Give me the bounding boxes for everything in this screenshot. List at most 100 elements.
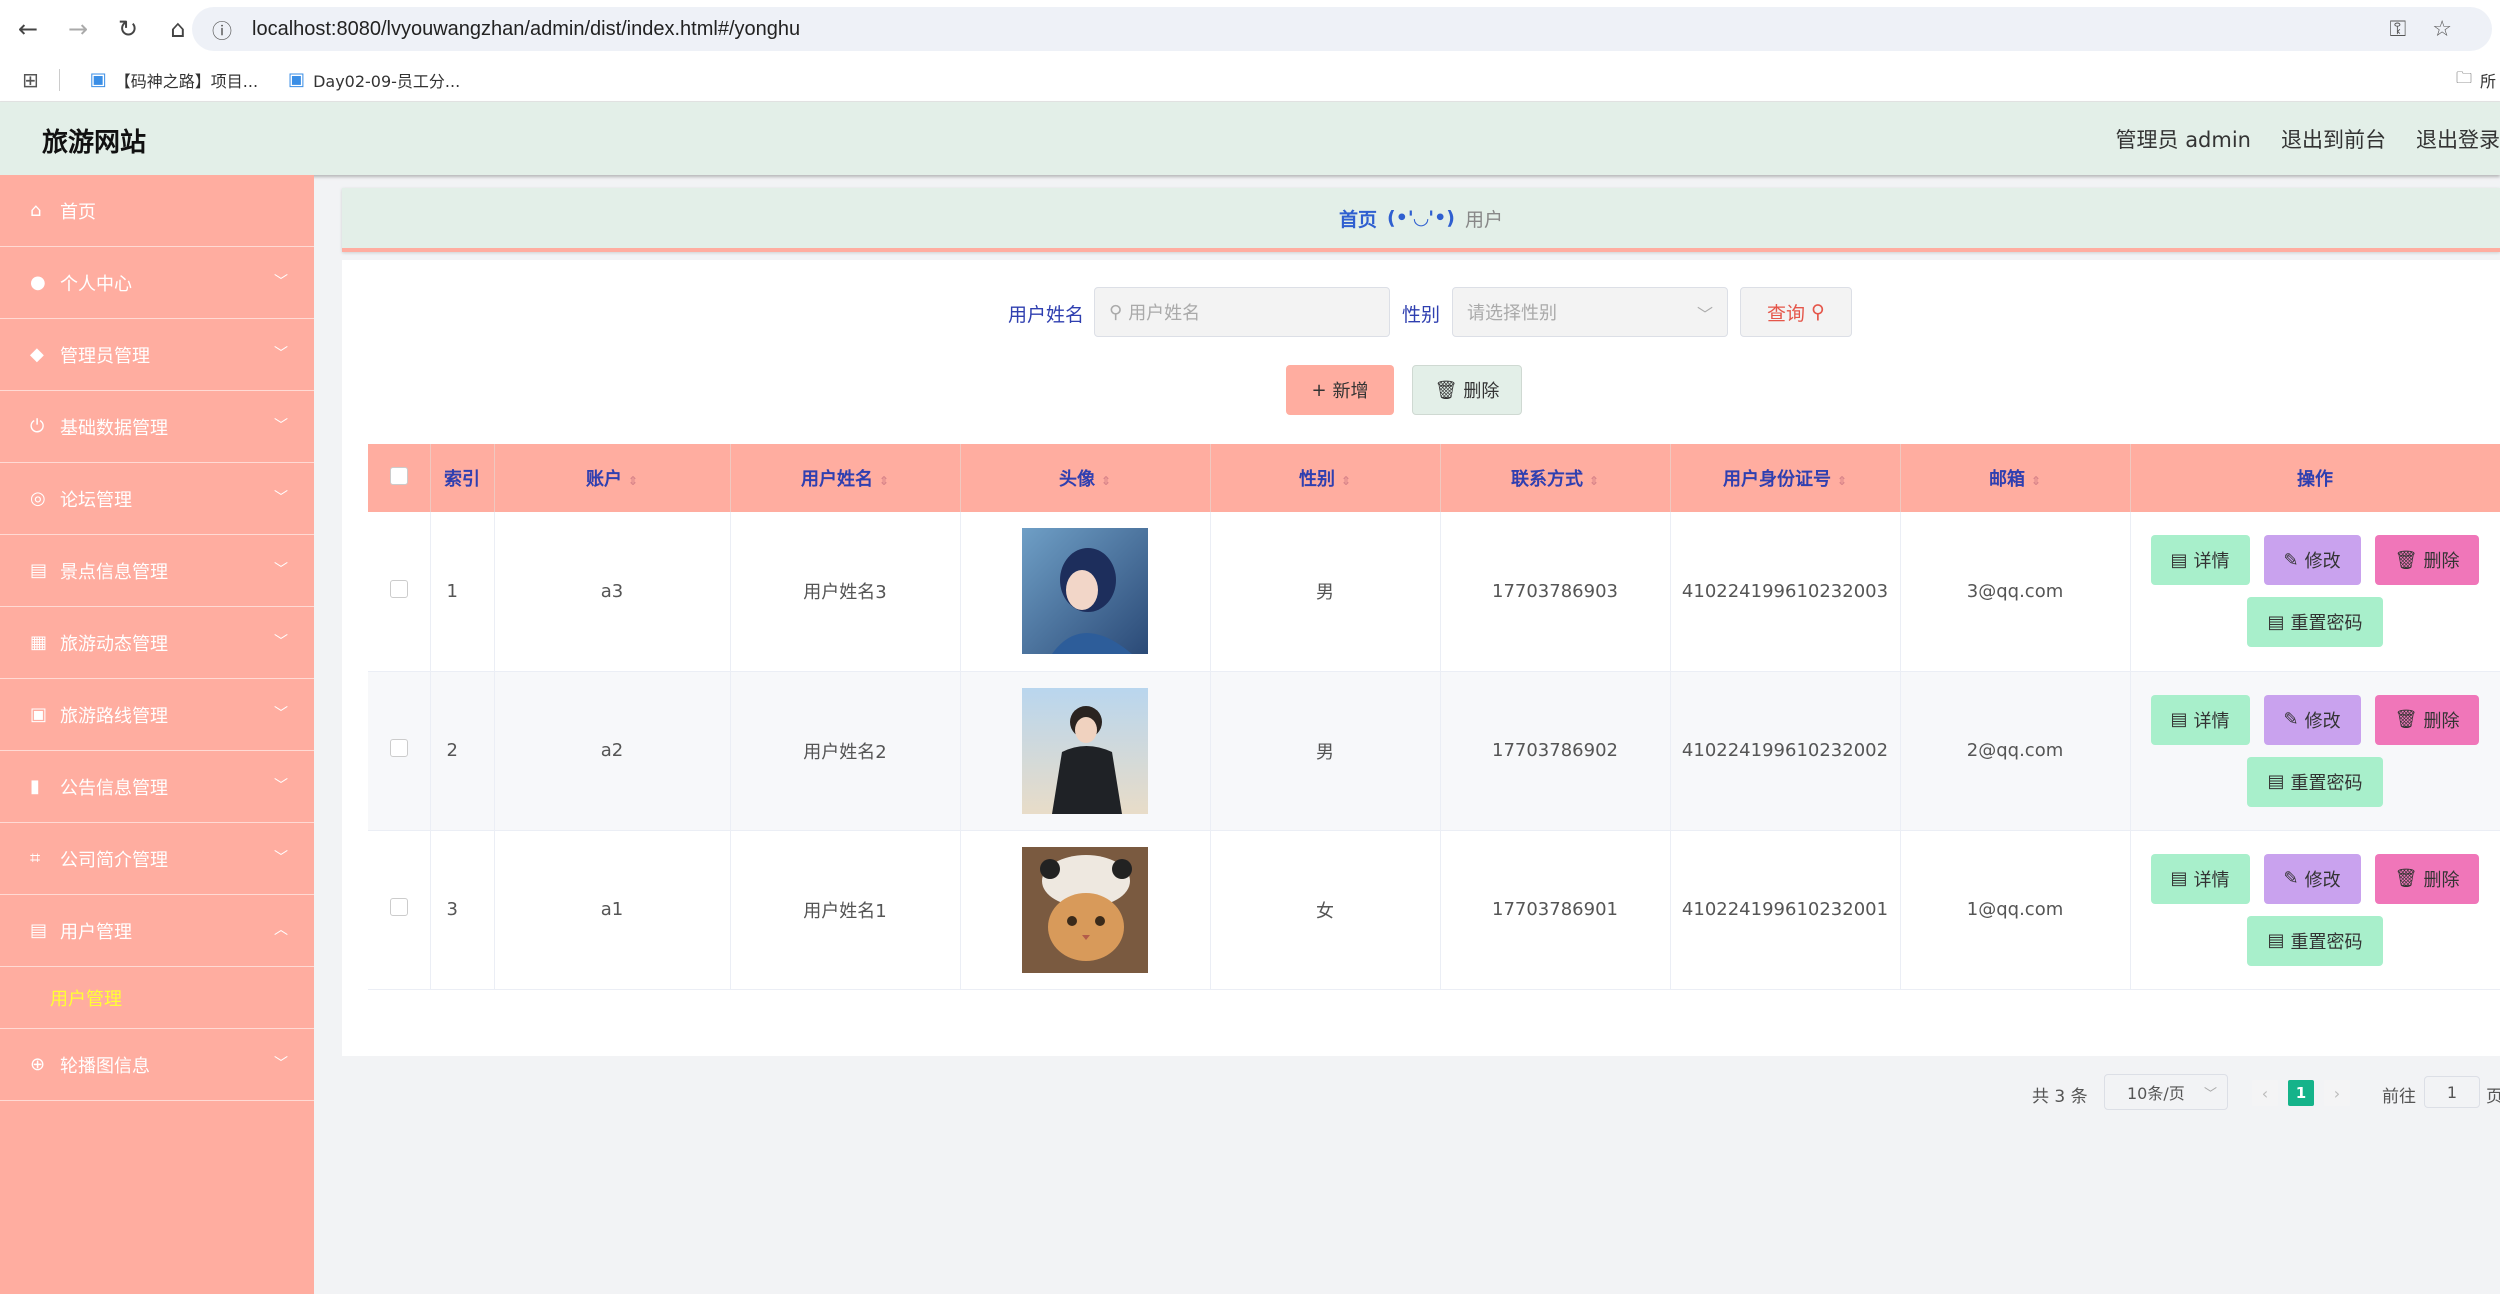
all-bookmarks[interactable]: 🗀 所 — [2456, 58, 2500, 102]
cell-email: 2@qq.com — [1900, 671, 2131, 831]
col-email[interactable]: 邮箱 ⇕ — [1900, 444, 2131, 512]
name-label: 用户姓名 — [1008, 304, 1085, 326]
table-row: 2 a2 用户姓名2 男 17703786902 410224199610232… — [368, 671, 2500, 831]
cell-idcard: 410224199610232003 — [1670, 512, 1901, 672]
table-row: 3 a1 用户姓名1 女 17703786901 410224199610232… — [368, 830, 2500, 990]
search-form: 用户姓名 ⚲ 用户姓名 性别 请选择性别 ﹀ 查询 ⚲ — [342, 287, 2500, 337]
sort-icon[interactable]: ⇕ — [2031, 474, 2041, 488]
current-page-button[interactable]: 1 — [2288, 1080, 2314, 1106]
forward-icon[interactable]: → — [56, 7, 100, 51]
delete-button[interactable]: 🗑 删除 — [2374, 694, 2480, 745]
reset-password-button[interactable]: ▤ 重置密码 — [2247, 915, 2383, 966]
crop-icon: ⌗ — [30, 848, 41, 869]
avatar[interactable] — [1022, 528, 1148, 655]
trash-icon: 🗑 — [2394, 709, 2418, 730]
goto-page-input[interactable]: 1 — [2424, 1076, 2480, 1108]
sidebar-item-routes[interactable]: ▣ 旅游路线管理 ﹀ — [0, 679, 314, 751]
row-checkbox[interactable] — [389, 739, 408, 757]
back-icon[interactable]: ← — [6, 7, 50, 51]
document-icon: ▤ — [30, 920, 48, 941]
header-label: 用户姓名 — [800, 469, 873, 490]
edit-button[interactable]: ✎ 修改 — [2263, 694, 2361, 745]
cell-sex: 男 — [1210, 512, 1441, 672]
row-checkbox[interactable] — [389, 898, 408, 916]
prev-page-button[interactable]: ‹ — [2252, 1080, 2278, 1106]
document-icon: ▤ — [2267, 771, 2285, 792]
select-all-checkbox[interactable] — [389, 466, 408, 485]
col-avatar[interactable]: 头像 ⇕ — [960, 444, 1211, 512]
site-info-icon[interactable]: ⓘ — [212, 15, 252, 44]
sidebar-item-notices[interactable]: ▮ 公告信息管理 ﹀ — [0, 751, 314, 823]
user-icon: ● — [30, 272, 46, 293]
sidebar-item-attractions[interactable]: ▤ 景点信息管理 ﹀ — [0, 535, 314, 607]
sort-icon[interactable]: ⇕ — [1837, 474, 1847, 488]
password-key-icon[interactable]: ⚿ — [2390, 17, 2407, 42]
col-idcard[interactable]: 用户身份证号 ⇕ — [1670, 444, 1901, 512]
apps-grid-icon[interactable]: ⊞ — [22, 68, 39, 92]
sidebar-item-home[interactable]: ⌂ 首页 — [0, 175, 314, 247]
cell-sex: 男 — [1210, 671, 1441, 831]
edit-button[interactable]: ✎ 修改 — [2263, 535, 2361, 586]
sex-select[interactable]: 请选择性别 ﹀ — [1452, 287, 1728, 337]
sidebar-item-users[interactable]: ▤ 用户管理 ︿ — [0, 895, 314, 967]
trash-icon: 🗑 — [1434, 379, 1458, 401]
sort-icon[interactable]: ⇕ — [1589, 474, 1599, 488]
reset-password-button[interactable]: ▤ 重置密码 — [2247, 597, 2383, 648]
reset-password-button[interactable]: ▤ 重置密码 — [2247, 756, 2383, 807]
avatar[interactable] — [1022, 846, 1148, 973]
edit-button[interactable]: ✎ 修改 — [2263, 853, 2361, 904]
next-page-button[interactable]: › — [2324, 1080, 2350, 1106]
detail-button[interactable]: ▤ 详情 — [2150, 853, 2250, 904]
sort-icon[interactable]: ⇕ — [879, 474, 889, 488]
table-row: 1 a3 用户姓名3 男 17703786903 410224199610232… — [368, 512, 2500, 672]
page-size-select[interactable]: 10条/页 ﹀ — [2104, 1074, 2228, 1110]
reload-icon[interactable]: ↻ — [106, 7, 150, 51]
chevron-down-icon: ﹀ — [274, 1056, 288, 1072]
document-icon: ▤ — [2267, 611, 2285, 633]
col-name[interactable]: 用户姓名 ⇕ — [730, 444, 961, 512]
batch-delete-button[interactable]: 🗑 删除 — [1412, 365, 1522, 415]
pagination: 共 3 条 10条/页 ﹀ ‹ 1 › 前往 1 页 — [342, 1074, 2500, 1114]
document-icon: ▤ — [2170, 868, 2188, 889]
sidebar-item-carousel[interactable]: ⊕ 轮播图信息 ﹀ — [0, 1029, 314, 1101]
sidebar-item-label: 首页 — [60, 201, 96, 223]
exit-to-front-link[interactable]: 退出到前台 — [2281, 124, 2386, 154]
bookmark-star-icon[interactable]: ☆ — [2432, 17, 2452, 42]
basketball-icon: ⊕ — [30, 1054, 46, 1075]
detail-button[interactable]: ▤ 详情 — [2150, 694, 2250, 745]
delete-button[interactable]: 🗑 删除 — [2374, 853, 2480, 904]
document-icon: ▤ — [30, 560, 48, 581]
col-phone[interactable]: 联系方式 ⇕ — [1440, 444, 1671, 512]
bookmark-item[interactable]: ▣ 【码神之路】项目... — [90, 68, 258, 92]
row-checkbox[interactable] — [389, 579, 408, 598]
content-panel: 用户姓名 ⚲ 用户姓名 性别 请选择性别 ﹀ 查询 ⚲ + 新增 🗑 删除 索引… — [342, 260, 2500, 1110]
detail-button[interactable]: ▤ 详情 — [2150, 535, 2250, 586]
sort-icon[interactable]: ⇕ — [1101, 474, 1111, 488]
submenu-user-management[interactable]: 用户管理 — [0, 967, 314, 1029]
sort-icon[interactable]: ⇕ — [1341, 474, 1351, 488]
address-url[interactable]: localhost:8080/lvyouwangzhan/admin/dist/… — [252, 18, 800, 41]
cell-phone: 17703786902 — [1440, 671, 1671, 831]
cell-account: a3 — [494, 512, 731, 672]
col-sex[interactable]: 性别 ⇕ — [1210, 444, 1441, 512]
cell-account: a2 — [494, 671, 731, 831]
avatar[interactable] — [1022, 687, 1148, 814]
breadcrumb-home[interactable]: 首页 — [1339, 205, 1377, 232]
col-account[interactable]: 账户 ⇕ — [494, 444, 731, 512]
address-bar[interactable]: ⓘ localhost:8080/lvyouwangzhan/admin/dis… — [192, 7, 2492, 51]
name-search-input[interactable]: ⚲ 用户姓名 — [1094, 287, 1390, 337]
bookmark-item[interactable]: ▣ Day02-09-员工分... — [288, 68, 460, 92]
query-button[interactable]: 查询 ⚲ — [1740, 287, 1852, 337]
sort-icon[interactable]: ⇕ — [628, 474, 638, 488]
sidebar-item-basic-data[interactable]: ⏻ 基础数据管理 ﹀ — [0, 391, 314, 463]
logout-link[interactable]: 退出登录 — [2416, 124, 2500, 154]
sidebar-item-forum[interactable]: ◎ 论坛管理 ﹀ — [0, 463, 314, 535]
add-button[interactable]: + 新增 — [1286, 365, 1394, 415]
sidebar-item-profile[interactable]: ● 个人中心 ﹀ — [0, 247, 314, 319]
delete-button[interactable]: 🗑 删除 — [2374, 535, 2480, 586]
sidebar-item-travel-news[interactable]: ▦ 旅游动态管理 ﹀ — [0, 607, 314, 679]
sidebar-item-admins[interactable]: ◆ 管理员管理 ﹀ — [0, 319, 314, 391]
sidebar-item-company[interactable]: ⌗ 公司简介管理 ﹀ — [0, 823, 314, 895]
reset-label: 重置密码 — [2290, 931, 2363, 953]
detail-label: 详情 — [2193, 710, 2230, 732]
